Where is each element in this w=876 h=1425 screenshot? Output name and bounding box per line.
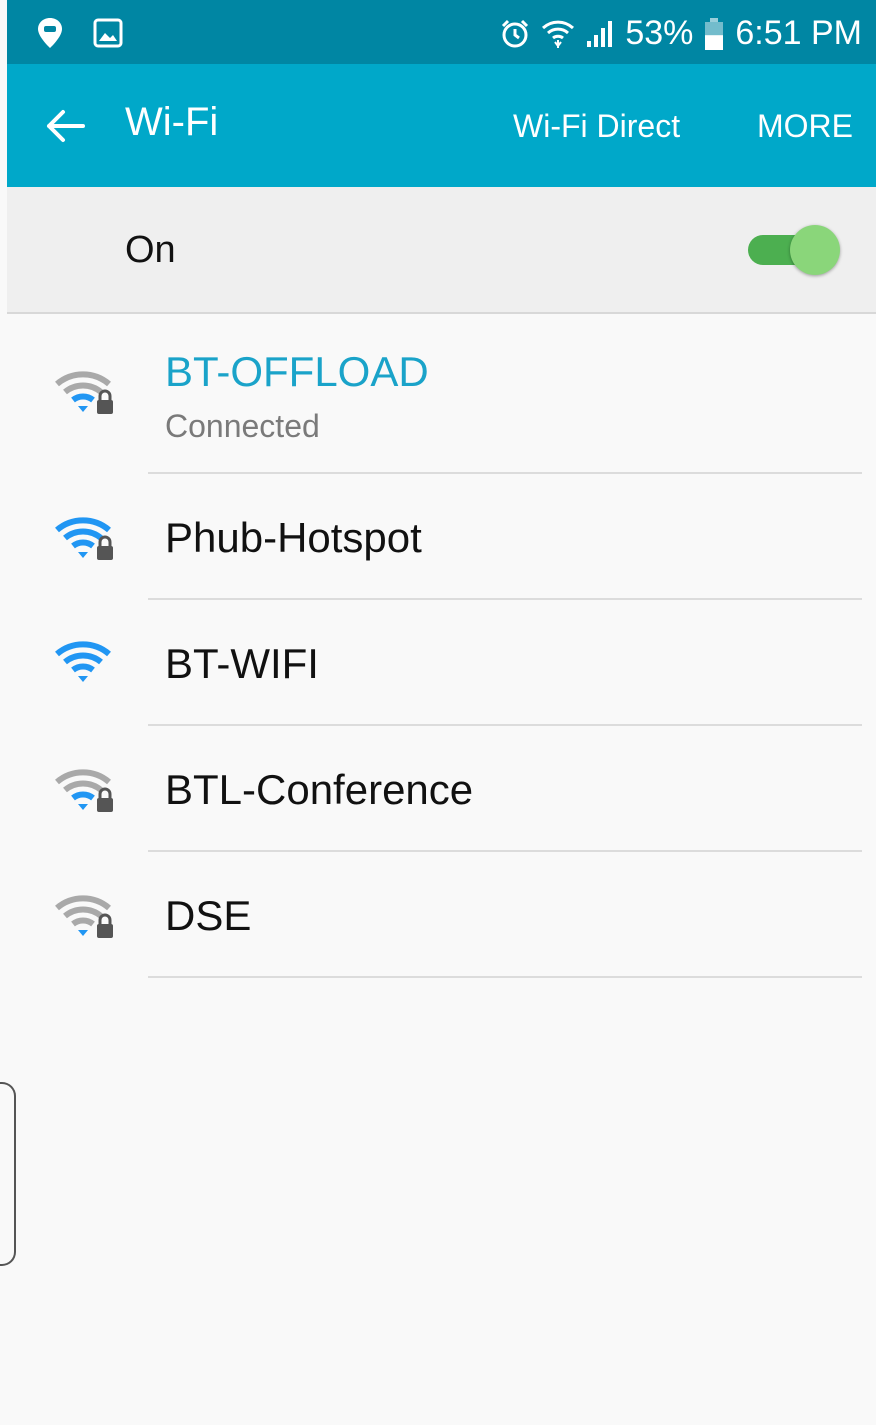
battery-percentage: 53%	[625, 14, 694, 52]
network-item-bt-wifi[interactable]: BT-WIFI	[7, 600, 876, 726]
network-status: Connected	[165, 408, 320, 444]
clock: 6:51 PM	[735, 14, 862, 52]
network-name: BTL-Conference	[165, 766, 474, 813]
network-name: BT-OFFLOAD	[165, 348, 429, 395]
wifi-locked-icon	[55, 895, 113, 938]
battery-icon	[705, 17, 724, 50]
network-item-bt-offload[interactable]: BT-OFFLOAD Connected	[7, 312, 876, 474]
wifi-direct-button[interactable]: Wi-Fi Direct	[513, 108, 680, 145]
wifi-settings-screen: 53% 6:51 PM Wi-Fi Wi-Fi Direct MORE On B…	[7, 0, 876, 1425]
app-bar: Wi-Fi Wi-Fi Direct MORE	[7, 64, 876, 187]
divider	[148, 976, 862, 978]
wifi-toggle-switch[interactable]	[748, 225, 842, 275]
edge-panel-handle[interactable]	[0, 1082, 16, 1266]
signal-icon	[587, 20, 613, 47]
page-title: Wi-Fi	[125, 100, 219, 144]
toggle-label: On	[125, 229, 176, 271]
network-item-btl-conference[interactable]: BTL-Conference	[7, 726, 876, 852]
wifi-toggle-row[interactable]: On	[7, 187, 876, 314]
network-item-dse[interactable]: DSE	[7, 852, 876, 978]
network-name: DSE	[165, 892, 252, 939]
wifi-status-icon	[542, 20, 575, 48]
wifi-locked-icon	[55, 769, 113, 812]
network-name: BT-WIFI	[165, 640, 319, 687]
wifi-locked-icon	[55, 517, 113, 560]
switch-thumb	[790, 225, 840, 275]
more-button[interactable]: MORE	[757, 108, 853, 145]
status-bar: 53% 6:51 PM	[7, 0, 876, 64]
wifi-icon	[55, 641, 111, 682]
alarm-icon	[502, 19, 529, 47]
image-icon	[93, 18, 123, 48]
network-name: Phub-Hotspot	[165, 514, 422, 561]
back-arrow-icon[interactable]	[43, 104, 87, 148]
location-icon	[38, 18, 62, 48]
network-item-phub-hotspot[interactable]: Phub-Hotspot	[7, 474, 876, 600]
wifi-locked-icon	[55, 371, 113, 414]
